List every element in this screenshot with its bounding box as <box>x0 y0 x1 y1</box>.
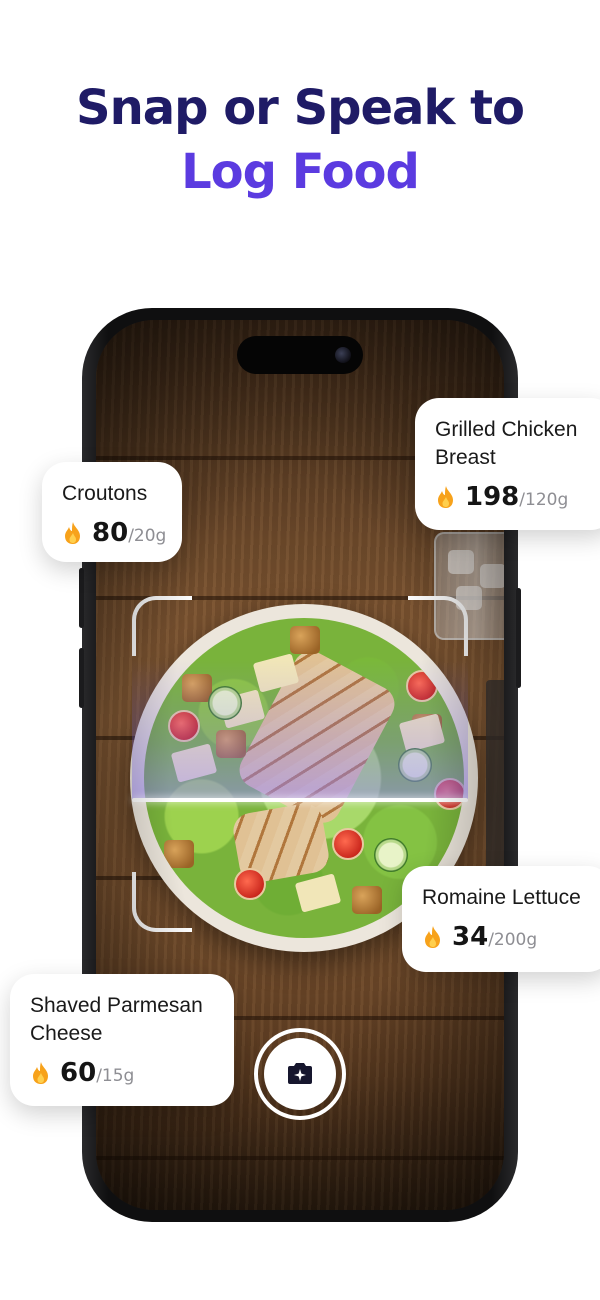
food-name: Shaved Parmesan Cheese <box>30 994 203 1045</box>
food-name: Romaine Lettuce <box>422 886 581 909</box>
headline-line-2: Log Food <box>181 144 420 200</box>
food-card-croutons[interactable]: Croutons 80 /20g <box>42 462 182 562</box>
food-stats: 80 /20g <box>62 518 182 548</box>
food-card-parmesan[interactable]: Shaved Parmesan Cheese 60 /15g <box>10 974 234 1106</box>
food-stats: 198 /120g <box>435 482 600 512</box>
flame-icon <box>425 926 440 948</box>
portion-size: /200g <box>488 930 538 950</box>
food-name: Croutons <box>62 482 148 505</box>
food-stats: 34 /200g <box>422 922 600 952</box>
calorie-value: 34 <box>452 922 489 952</box>
headline-line-1: Snap or Speak to <box>76 80 525 136</box>
headline: Snap or Speak to Log Food <box>0 76 600 204</box>
portion-size: /120g <box>519 490 569 510</box>
portion-size: /20g <box>128 526 167 546</box>
portion-size: /15g <box>96 1066 135 1086</box>
phone-side-button <box>79 648 84 708</box>
flame-icon <box>438 486 453 508</box>
food-card-grilled-chicken[interactable]: Grilled Chicken Breast 198 /120g <box>415 398 600 530</box>
shutter-button[interactable] <box>254 1028 346 1120</box>
calorie-value: 80 <box>92 518 129 548</box>
flame-icon <box>65 522 80 544</box>
flame-icon <box>33 1062 48 1084</box>
camera-sparkle-icon <box>288 1063 312 1084</box>
dynamic-island <box>237 336 363 374</box>
food-card-romaine-lettuce[interactable]: Romaine Lettuce 34 /200g <box>402 866 600 972</box>
front-camera-icon <box>335 347 351 363</box>
food-name: Grilled Chicken Breast <box>435 418 578 469</box>
food-stats: 60 /15g <box>30 1058 234 1088</box>
phone-power-button <box>516 588 521 688</box>
shutter-button-inner[interactable] <box>264 1038 336 1110</box>
calorie-value: 198 <box>465 482 520 512</box>
phone-side-button <box>79 568 84 628</box>
calorie-value: 60 <box>60 1058 97 1088</box>
